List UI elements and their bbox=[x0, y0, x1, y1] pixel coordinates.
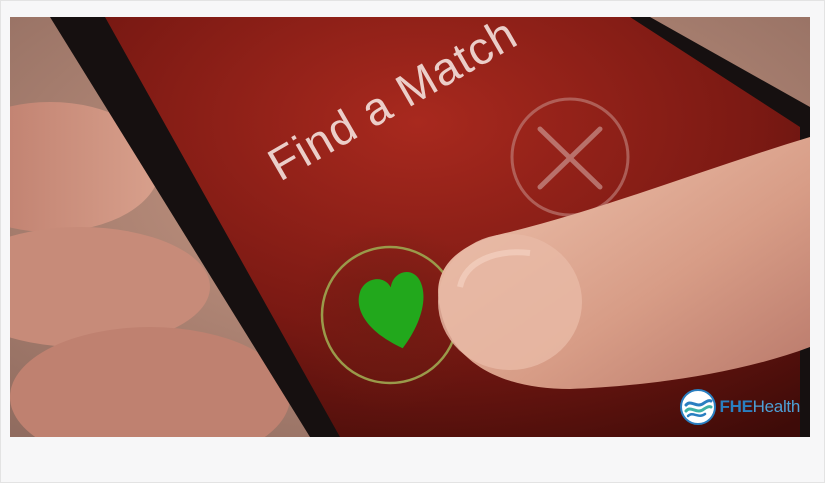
page-frame: Find a Match FHEHealth bbox=[0, 0, 825, 483]
hero-photo: Find a Match FHEHealth bbox=[10, 17, 810, 437]
brand-name-light: Health bbox=[752, 397, 801, 416]
brand-name-bold: FHE bbox=[719, 397, 753, 416]
brand-logo: FHEHealth bbox=[679, 389, 801, 425]
fhe-wave-icon bbox=[679, 389, 716, 425]
brand-name: FHEHealth bbox=[719, 397, 801, 417]
photo-scene: Find a Match bbox=[10, 17, 810, 437]
